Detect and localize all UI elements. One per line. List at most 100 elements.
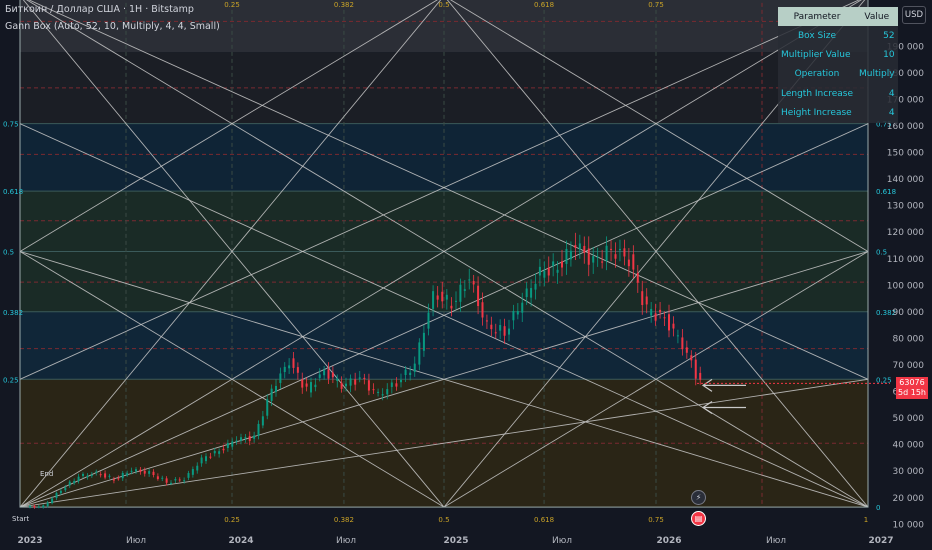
- candle-body: [543, 270, 546, 278]
- candle-body: [73, 480, 76, 484]
- indicator-label[interactable]: Gann Box (Auto, 52, 10, Multiply, 4, 4, …: [5, 21, 220, 32]
- candle-body: [42, 505, 45, 508]
- candle-body: [547, 267, 550, 276]
- candle-body: [29, 505, 31, 508]
- candle-body: [148, 471, 151, 474]
- candle-body: [46, 502, 49, 507]
- candle-body: [231, 441, 234, 447]
- price-tick: 100 000: [887, 281, 924, 291]
- candle-body: [538, 266, 541, 276]
- candle-body: [472, 281, 475, 285]
- candle-body: [381, 394, 384, 396]
- candle-body: [601, 261, 604, 263]
- news-icon[interactable]: ▤: [691, 511, 706, 526]
- time-tick: 2025: [443, 536, 468, 546]
- candle-body: [481, 302, 484, 318]
- candle-body: [340, 382, 343, 389]
- gann-top-label: 0.75: [648, 1, 664, 9]
- candle-body: [331, 372, 334, 378]
- candle-body: [468, 279, 471, 281]
- candle-body: [161, 477, 164, 479]
- candle-body: [694, 359, 697, 379]
- candle-body: [226, 442, 229, 449]
- candle-body: [209, 456, 212, 458]
- gann-bottom-label: 0.5: [438, 516, 449, 524]
- time-tick: 2024: [228, 536, 253, 546]
- candle-body: [569, 250, 572, 260]
- price-tick: 10 000: [893, 520, 925, 530]
- candle-body: [377, 391, 380, 393]
- candle-body: [51, 498, 54, 504]
- candle-body: [354, 379, 357, 385]
- candle-body: [574, 245, 577, 248]
- candle-body: [213, 450, 216, 454]
- price-tick: 150 000: [887, 149, 924, 159]
- candle-body: [218, 451, 221, 454]
- gann-bottom-label: 0.75: [648, 516, 664, 524]
- price-tick: 70 000: [893, 361, 925, 371]
- candle-body: [205, 456, 207, 462]
- candle-body: [222, 448, 225, 451]
- candle-body: [301, 379, 304, 388]
- candle-body: [672, 323, 675, 329]
- candle-body: [117, 478, 120, 480]
- currency-button[interactable]: USD: [902, 6, 926, 24]
- param-value: 52: [856, 26, 898, 46]
- candle-body: [367, 380, 370, 391]
- candle-body: [174, 479, 177, 481]
- candle-body: [641, 291, 644, 305]
- candle-body: [143, 470, 146, 474]
- candle-body: [323, 370, 326, 376]
- candle-body: [390, 382, 393, 387]
- candle-body: [561, 261, 563, 268]
- candle-body: [327, 369, 330, 379]
- price-tick: 40 000: [893, 441, 925, 451]
- candle-body: [266, 399, 269, 416]
- candle-body: [636, 272, 639, 283]
- candle-body: [248, 436, 251, 441]
- gann-left-label: 0.75: [3, 121, 19, 129]
- candle-body: [77, 476, 80, 482]
- candle-body: [82, 473, 84, 476]
- param-name: Height Increase: [778, 103, 856, 123]
- candle-body: [121, 472, 124, 479]
- price-tick: 90 000: [893, 308, 925, 318]
- gann-top-label: 0.618: [534, 1, 554, 9]
- candle-body: [292, 358, 295, 368]
- candle-body: [191, 469, 194, 475]
- price-tick: 160 000: [887, 122, 924, 132]
- lightning-icon[interactable]: ⚡: [691, 490, 706, 505]
- time-tick: 2026: [656, 536, 681, 546]
- last-price-tag: 63076 5d 15h: [896, 377, 928, 399]
- param-row: Box Size 52: [778, 26, 898, 46]
- candle-body: [556, 269, 559, 273]
- gann-bottom-label: 0.618: [534, 516, 554, 524]
- price-tick: 140 000: [887, 175, 924, 185]
- candle-body: [422, 332, 425, 351]
- candle-body: [349, 378, 352, 386]
- time-tick: 2023: [17, 536, 42, 546]
- candle-body: [477, 285, 480, 307]
- candle-body: [463, 289, 466, 291]
- candle-body: [485, 320, 488, 322]
- price-tick: 110 000: [887, 255, 924, 265]
- gann-top-label: 0.5: [438, 1, 449, 9]
- candle-body: [372, 389, 375, 391]
- gann-right-label: 0: [876, 504, 880, 512]
- candle-body: [418, 342, 421, 365]
- candle-body: [587, 248, 590, 265]
- candle-body: [578, 243, 581, 250]
- candle-body: [499, 325, 502, 331]
- candle-body: [112, 479, 115, 481]
- candle-body: [413, 363, 416, 372]
- gann-bottom-label: 0.382: [334, 516, 354, 524]
- candle-body: [592, 256, 595, 263]
- param-row: Height Increase 4: [778, 103, 898, 123]
- gann-left-label: 0.618: [3, 188, 23, 196]
- gann-parameter-table: Parameter Value Box Size 52 Multiplier V…: [778, 7, 898, 123]
- candle-body: [409, 372, 412, 376]
- candle-body: [427, 312, 430, 329]
- param-value: 4: [856, 103, 898, 123]
- candle-body: [305, 383, 308, 387]
- param-header-value: Value: [856, 7, 898, 26]
